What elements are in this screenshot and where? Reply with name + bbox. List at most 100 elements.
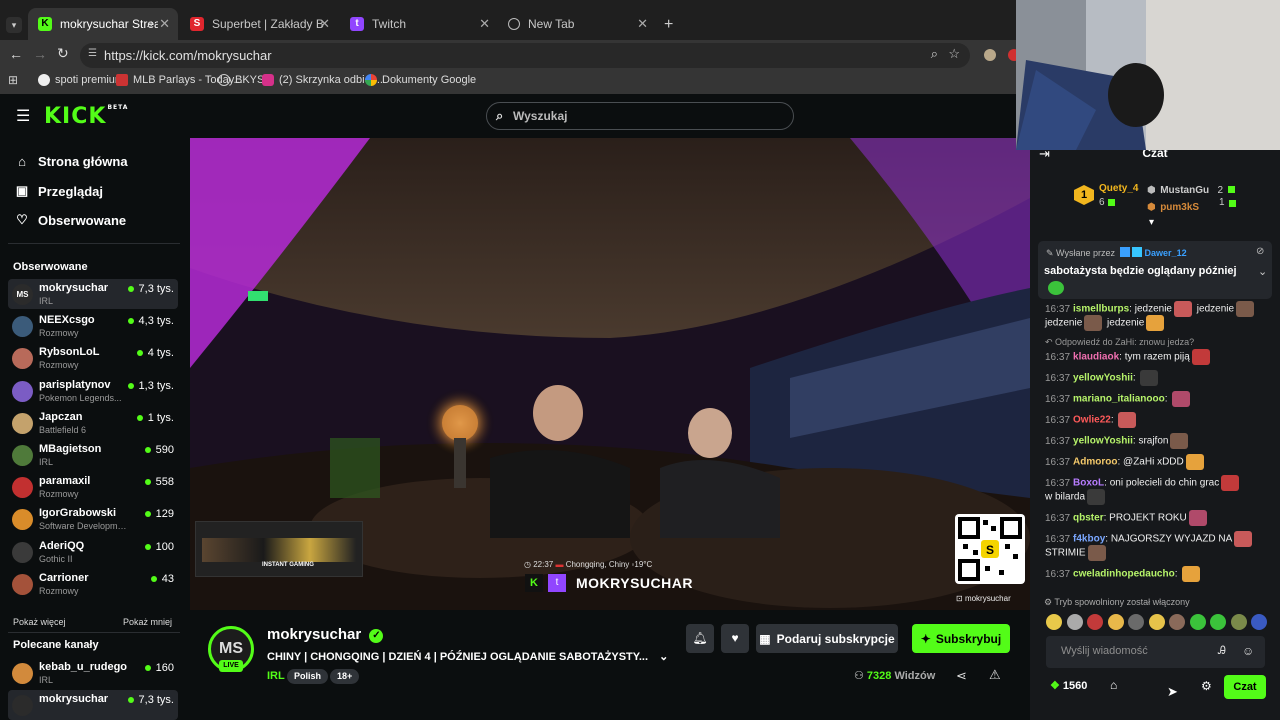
chevron-down-icon[interactable]: ⌄	[659, 651, 668, 663]
url-bar[interactable]: ☰ https://kick.com/mokrysuchar ⌕ ☆	[80, 43, 970, 68]
close-tab-icon[interactable]: ✕	[319, 16, 330, 32]
subscribe-button[interactable]: ✦ Subskrybuj	[912, 624, 1010, 653]
quick-emote-icon[interactable]	[1087, 614, 1103, 630]
quick-emote-icon[interactable]	[1046, 614, 1062, 630]
nav-following[interactable]: ♡ Obserwowane	[14, 212, 126, 228]
send-chat-button[interactable]: Czat	[1224, 675, 1266, 699]
quick-emote-icon[interactable]	[1148, 614, 1165, 630]
message-username[interactable]: klaudiaok	[1073, 352, 1119, 363]
apps-grid-icon[interactable]: ⊞	[8, 73, 18, 87]
chevron-down-icon[interactable]: ⌄	[1258, 265, 1267, 278]
zoom-icon[interactable]: ⌕	[931, 46, 938, 62]
search-input[interactable]: ⌕ Wyszukaj	[486, 102, 794, 130]
message-username[interactable]: ismellburps	[1073, 304, 1129, 315]
bookmark-item[interactable]: Dokumenty Google	[365, 74, 476, 86]
show-more-button[interactable]: Pokaż więcej	[13, 617, 66, 627]
channel-name[interactable]: mokrysuchar ✓	[267, 626, 384, 643]
video-player[interactable]: INSTANT GAMING ◷ 22:37 ▬ Chongqing, Chin…	[190, 138, 1030, 610]
chat-message[interactable]: 16:37 cweladinhopedaucho:	[1045, 566, 1270, 582]
kick-logo[interactable]: KICKBETA	[44, 104, 128, 129]
chat-message-input[interactable]: Wyślij wiadomość Ꭿ ☺	[1046, 636, 1265, 668]
translate-icon[interactable]: Ꭿ	[1218, 645, 1226, 658]
message-username[interactable]: cweladinhopedaucho	[1073, 569, 1175, 580]
follow-heart-button[interactable]: ♥	[721, 624, 749, 653]
pinned-message[interactable]: ✎ Wysłane przez Dawer_12 ⊘ sabotażysta b…	[1038, 241, 1272, 299]
leaderboard-name[interactable]: MustanGu	[1160, 185, 1209, 196]
sidebar-channel-igorgrabowski[interactable]: IgorGrabowski Software Development 129	[8, 504, 178, 534]
message-username[interactable]: yellowYoshii	[1073, 373, 1133, 384]
tab-twitch[interactable]: t Twitch ✕	[340, 8, 498, 40]
sidebar-channel-neexcsgo[interactable]: NEEXcsgo Rozmowy 4,3 tys.	[8, 311, 178, 341]
tab-superbet[interactable]: S Superbet | Zakłady Bukmacherskie ✕	[180, 8, 338, 40]
channel-points[interactable]: ❖ 1560	[1050, 679, 1087, 692]
tab-search-button[interactable]: ▾	[6, 17, 22, 33]
category-link[interactable]: IRL	[267, 670, 285, 682]
unpin-icon[interactable]: ⊘	[1256, 246, 1264, 257]
quick-emote-icon[interactable]	[1210, 614, 1226, 630]
forward-icon[interactable]: →	[33, 46, 47, 62]
chat-message[interactable]: 16:37 mariano_italianooo:	[1045, 391, 1270, 407]
instant-gaming-ad[interactable]: INSTANT GAMING	[195, 521, 363, 577]
sidebar-channel-paramaxil[interactable]: paramaxil Rozmowy 558	[8, 472, 178, 502]
chat-message[interactable]: 16:37 Owlie22:	[1045, 412, 1270, 428]
message-username[interactable]: mariano_italianooo	[1073, 394, 1165, 405]
sidebar-channel-carrioner[interactable]: Carrioner Rozmowy 43	[8, 569, 178, 599]
show-less-button[interactable]: Pokaż mniej	[123, 617, 172, 627]
quick-emote-icon[interactable]	[1107, 614, 1124, 630]
quick-emote-icon[interactable]	[1066, 614, 1083, 630]
gift-subscription-button[interactable]: ▦ Podaruj subskrypcje	[756, 624, 898, 653]
expand-leaderboard-icon[interactable]: ▾	[1149, 217, 1154, 228]
quick-emote-icon[interactable]	[1251, 614, 1267, 630]
sidebar-channel-mbagietson[interactable]: MBagietson IRL 590	[8, 440, 178, 470]
sidebar-channel-mokrysuchar[interactable]: MS mokrysuchar IRL 7,3 tys.	[8, 279, 178, 309]
message-username[interactable]: yellowYoshii	[1073, 436, 1133, 447]
reload-icon[interactable]: ↻	[57, 45, 69, 62]
back-icon[interactable]: ←	[9, 46, 23, 62]
chat-message[interactable]: 16:37 Admoroo: @ZaHi xDDD	[1045, 454, 1270, 470]
quick-emote-icon[interactable]	[1169, 614, 1185, 630]
sidebar-channel-aderiqq[interactable]: AderiQQ Gothic II 100	[8, 537, 178, 567]
notification-bell-button[interactable]: 🔔︎	[686, 624, 714, 653]
sidebar-channel-rybsonlol[interactable]: RybsonLoL Rozmowy 4 tys.	[8, 343, 178, 373]
store-icon[interactable]: ⌂	[1110, 678, 1117, 692]
chat-message[interactable]: 16:37 yellowYoshii:	[1045, 370, 1270, 386]
chat-message[interactable]: 16:37 klaudiaok: tym razem piją	[1045, 349, 1270, 365]
close-tab-icon[interactable]: ✕	[159, 16, 170, 32]
hamburger-menu-icon[interactable]: ☰	[16, 106, 30, 126]
leaderboard-name[interactable]: pum3kS	[1160, 202, 1199, 213]
bookmark-star-icon[interactable]: ☆	[948, 46, 960, 62]
close-tab-icon[interactable]: ✕	[637, 16, 648, 32]
message-username[interactable]: Admoroo	[1073, 457, 1117, 468]
message-username[interactable]: Owlie22	[1073, 415, 1111, 426]
tab-new-tab[interactable]: New Tab ✕	[498, 8, 656, 40]
settings-gear-icon[interactable]: ⚙	[1201, 679, 1212, 693]
nav-browse[interactable]: ▣ Przeglądaj	[14, 183, 103, 199]
chat-message[interactable]: 16:37 qbster: PROJEKT ROKU	[1045, 510, 1270, 526]
new-tab-button[interactable]: +	[664, 16, 673, 34]
bookmark-item[interactable]: BKYS	[218, 74, 264, 86]
nav-home[interactable]: ⌂ Strona główna	[14, 154, 128, 169]
message-username[interactable]: qbster	[1073, 513, 1104, 524]
tab-kick[interactable]: K mokrysuchar Stream - Watch ♬ ✕	[28, 8, 178, 40]
message-username[interactable]: BoxoL	[1073, 478, 1104, 489]
sidebar-channel-kebab_u_rudego[interactable]: kebab_u_rudego IRL 160	[8, 658, 178, 688]
site-info-icon[interactable]: ☰	[88, 48, 97, 59]
sidebar-channel-mokrysuchar[interactable]: mokrysuchar 7,3 tys.	[8, 690, 178, 720]
tag-language[interactable]: Polish	[287, 669, 329, 684]
bookmark-item[interactable]: spoti premium	[38, 74, 124, 86]
tag-age[interactable]: 18+	[330, 669, 360, 684]
report-warning-icon[interactable]: ⚠	[989, 667, 1001, 683]
quick-emote-icon[interactable]	[1230, 614, 1247, 630]
chat-message[interactable]: 16:37 yellowYoshii: srajfon	[1045, 433, 1270, 449]
share-icon[interactable]: ⋖	[956, 668, 967, 684]
quick-emote-icon[interactable]	[1189, 614, 1206, 630]
extension-icon[interactable]	[984, 49, 996, 61]
leaderboard-name[interactable]: Quety_4	[1099, 183, 1138, 194]
message-username[interactable]: f4kboy	[1073, 534, 1105, 545]
quick-emote-icon[interactable]	[1128, 614, 1144, 630]
pinned-author[interactable]: Dawer_12	[1145, 248, 1187, 258]
close-tab-icon[interactable]: ✕	[479, 16, 490, 32]
sidebar-channel-parisplatynov[interactable]: parisplatynov Pokemon Legends... 1,3 tys.	[8, 376, 178, 406]
emoji-icon[interactable]: ☺	[1242, 644, 1254, 658]
sidebar-channel-japczan[interactable]: Japczan Battlefield 6 1 tys.	[8, 408, 178, 438]
